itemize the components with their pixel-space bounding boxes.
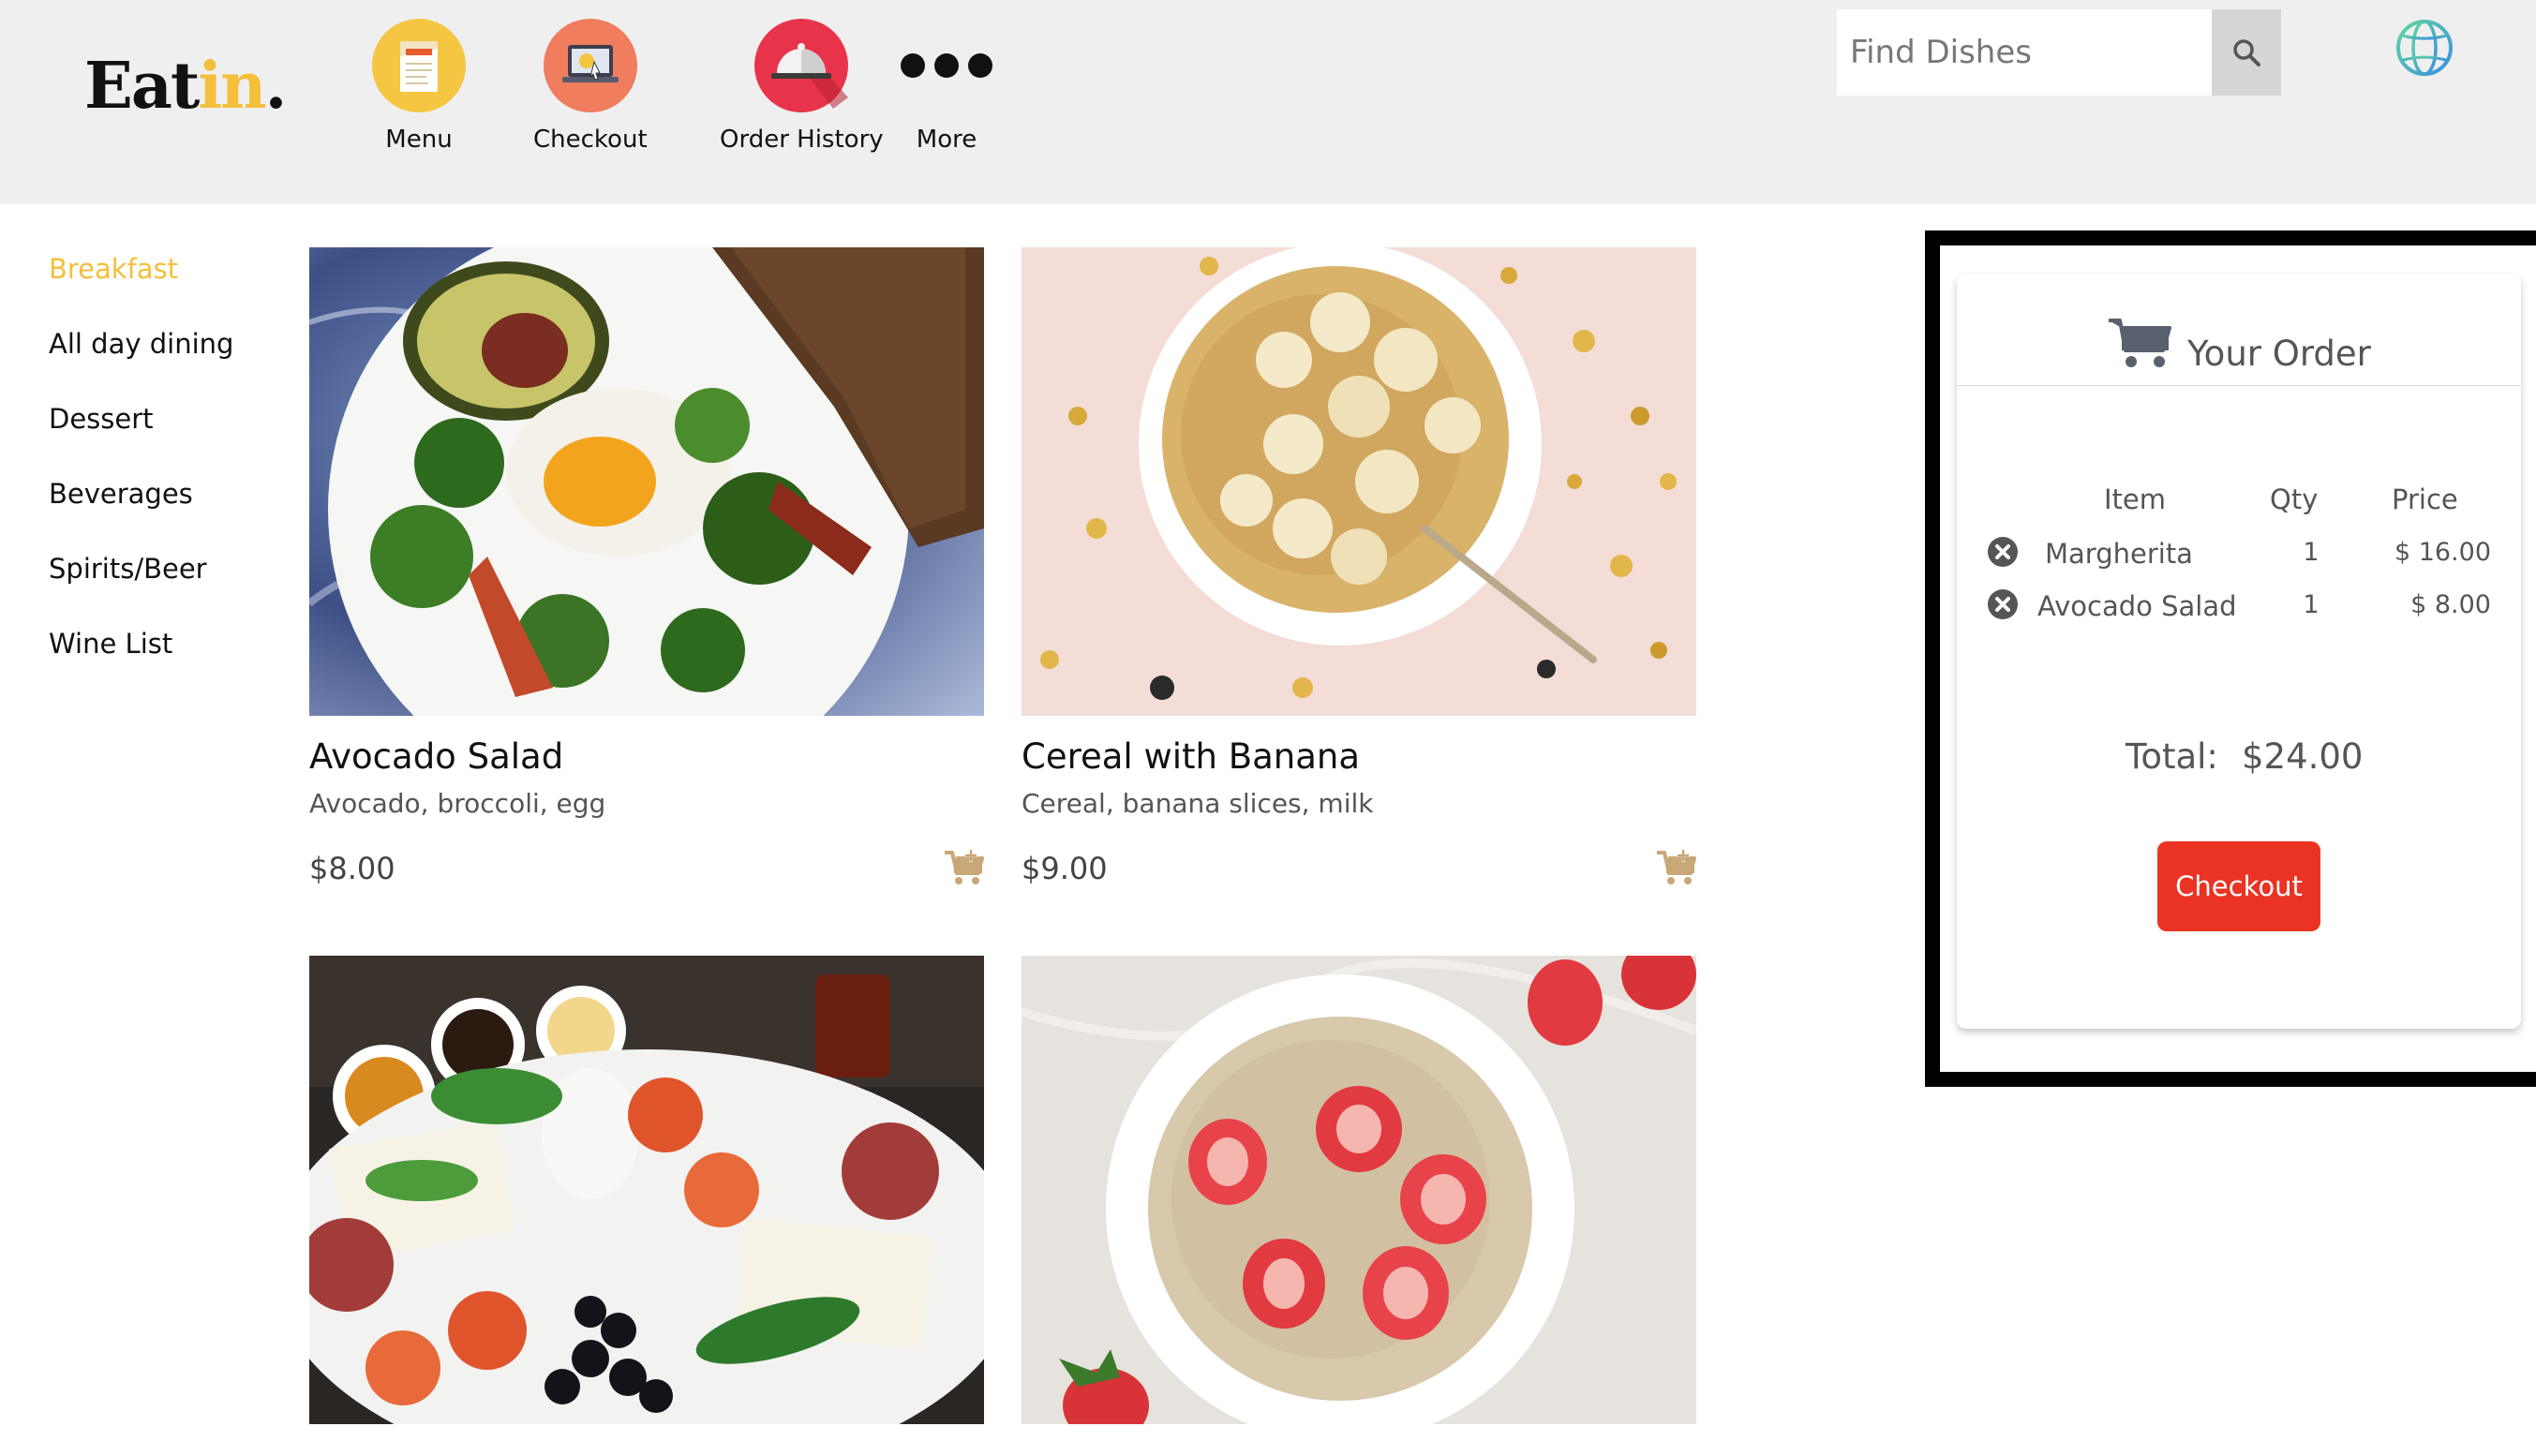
top-header: Eatin. Menu Checkout Order History More … — [0, 0, 2536, 204]
menu-card-icon — [372, 19, 466, 112]
add-to-cart-button[interactable] — [943, 849, 984, 886]
dish-image[interactable] — [309, 247, 984, 716]
nav-menu[interactable]: Menu — [372, 19, 466, 154]
column-header-qty: Qty — [2270, 483, 2319, 515]
cloche-icon — [754, 19, 849, 112]
order-item-price: $ 8.00 — [2410, 590, 2491, 619]
nav-order-history[interactable]: Order History — [720, 19, 884, 154]
sidebar-item-breakfast[interactable]: Breakfast — [49, 253, 233, 328]
add-to-cart-button[interactable] — [1655, 849, 1696, 886]
remove-item-icon[interactable] — [1987, 536, 2019, 568]
dish-name: Avocado Salad — [309, 736, 564, 777]
dish-card — [1022, 956, 1696, 1456]
brand-name-accent: in — [198, 49, 266, 124]
dish-card: Cereal with Banana Cereal, banana slices… — [1022, 247, 1696, 886]
column-header-item: Item — [2104, 483, 2167, 515]
nav-order-history-label: Order History — [720, 126, 884, 154]
sidebar-item-dessert[interactable]: Dessert — [49, 403, 233, 478]
language-button[interactable] — [2395, 19, 2454, 77]
order-title: Your Order — [2187, 334, 2371, 374]
dish-card — [309, 956, 984, 1456]
total-value: $24.00 — [2242, 736, 2364, 777]
dish-image[interactable] — [1022, 956, 1696, 1424]
dish-description: Avocado, broccoli, egg — [309, 788, 606, 819]
dish-name: Cereal with Banana — [1022, 736, 1361, 777]
dish-image[interactable] — [1022, 247, 1696, 716]
sidebar-item-all-day-dining[interactable]: All day dining — [49, 328, 233, 403]
dish-description: Cereal, banana slices, milk — [1022, 788, 1374, 819]
column-header-price: Price — [2392, 483, 2458, 515]
globe-icon — [2396, 20, 2453, 76]
dish-price: $9.00 — [1022, 851, 1108, 886]
nav-more[interactable]: More — [900, 19, 993, 154]
brand-name-main: Eat — [84, 49, 200, 124]
nav-more-label: More — [916, 126, 977, 154]
search-input[interactable] — [1837, 9, 2212, 96]
nav-checkout-label: Checkout — [533, 126, 648, 154]
total-label: Total: — [2126, 736, 2218, 777]
dish-image[interactable] — [309, 956, 984, 1424]
order-item-qty: 1 — [2303, 538, 2320, 567]
nav-checkout[interactable]: Checkout — [533, 19, 648, 154]
order-header: Your Order — [1957, 274, 2521, 386]
sidebar-item-spirits-beer[interactable]: Spirits/Beer — [49, 553, 233, 628]
remove-item-icon[interactable] — [1987, 588, 2019, 620]
dish-price: $8.00 — [309, 851, 395, 886]
sidebar-item-beverages[interactable]: Beverages — [49, 478, 233, 553]
order-row: Margherita 1 $ 16.00 — [1957, 527, 2521, 579]
shopping-cart-icon — [2109, 319, 2171, 367]
search-button[interactable] — [2212, 9, 2281, 96]
checkout-button[interactable]: Checkout — [2157, 841, 2320, 931]
order-row: Avocado Salad 1 $ 8.00 — [1957, 579, 2521, 631]
brand-logo[interactable]: Eatin. — [84, 49, 288, 124]
dish-card: Avocado Salad Avocado, broccoli, egg $8.… — [309, 247, 984, 886]
brand-name-dot: . — [264, 49, 288, 124]
laptop-payment-icon — [543, 19, 637, 112]
order-item-price: $ 16.00 — [2394, 538, 2491, 567]
category-sidebar: Breakfast All day dining Dessert Beverag… — [49, 253, 233, 703]
order-panel: Your Order Item Qty Price Margherita 1 $… — [1957, 274, 2521, 1029]
sidebar-item-wine-list[interactable]: Wine List — [49, 628, 233, 703]
more-dots-icon — [900, 19, 993, 112]
add-to-cart-icon — [1657, 849, 1696, 884]
order-item-qty: 1 — [2303, 590, 2320, 619]
order-item-name: Avocado Salad — [2037, 590, 2237, 622]
search-bar — [1837, 9, 2281, 96]
search-icon — [2233, 39, 2260, 67]
nav-menu-label: Menu — [385, 126, 453, 154]
order-item-name: Margherita — [2045, 538, 2193, 570]
add-to-cart-icon — [945, 849, 984, 884]
